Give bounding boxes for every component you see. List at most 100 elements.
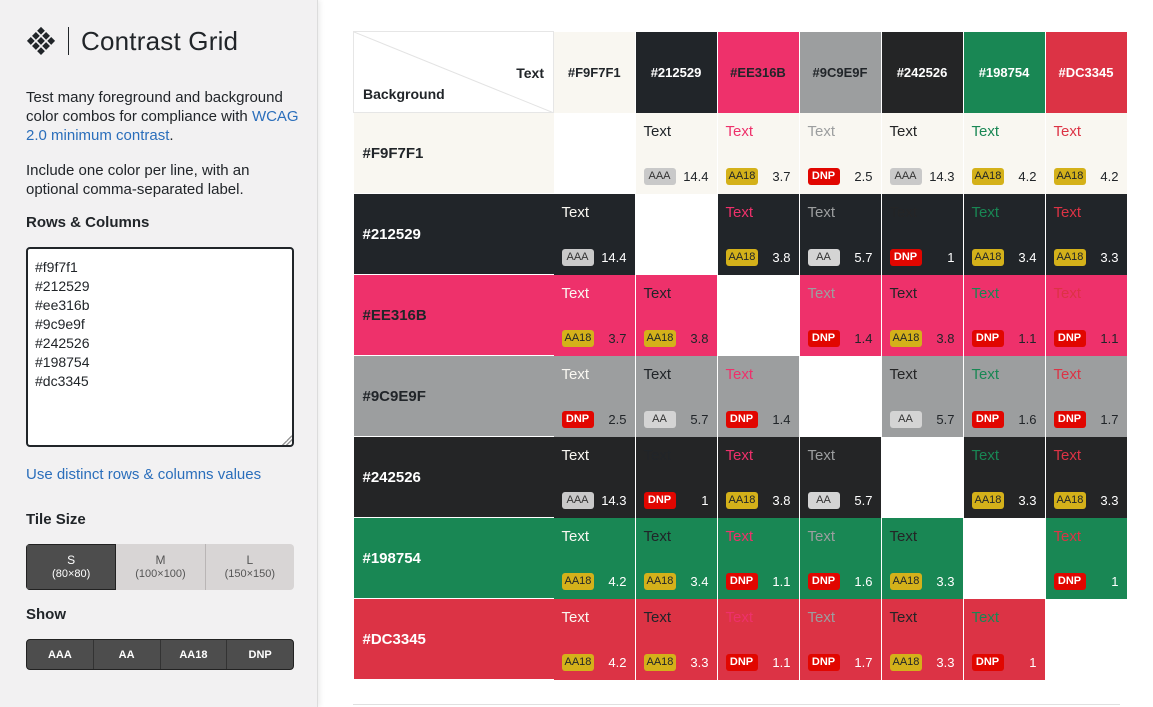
sample-text: Text <box>725 527 754 545</box>
contrast-cell[interactable]: Text AA 5.7 <box>799 436 881 518</box>
contrast-cell[interactable]: Text AA18 3.3 <box>1045 436 1127 518</box>
rating-badge: DNP <box>807 167 840 185</box>
contrast-cell[interactable]: Text AA18 3.8 <box>717 436 799 518</box>
contrast-cell[interactable]: Text AA18 3.7 <box>717 112 799 194</box>
rating-badge: AAA <box>643 167 676 185</box>
contrast-ratio: 1.7 <box>854 654 873 670</box>
grid-row: #212529 Text AAA 14.4 Text AA18 3.8 Text AA 5.7 Te… <box>353 193 1127 275</box>
row-header: #F9F7F1 <box>353 112 554 194</box>
show-aa-toggle[interactable]: AA <box>94 640 161 669</box>
show-dnp-toggle[interactable]: DNP <box>227 640 293 669</box>
show-aaa-toggle[interactable]: AAA <box>27 640 94 669</box>
contrast-cell[interactable]: Text AA18 3.8 <box>717 193 799 275</box>
contrast-cell[interactable]: Text DNP 1 <box>963 598 1045 680</box>
contrast-cell[interactable]: Text AA 5.7 <box>635 355 717 437</box>
cell-content: Text AA18 4.2 <box>554 599 635 680</box>
column-header: #F9F7F1 <box>553 31 636 113</box>
contrast-cell[interactable]: Text DNP 1 <box>1045 517 1127 599</box>
contrast-cell[interactable]: Text AA18 4.2 <box>963 112 1045 194</box>
contrast-cell[interactable]: Text AA18 3.8 <box>881 274 963 356</box>
contrast-cell <box>553 112 635 194</box>
rating-badge: AA18 <box>725 491 759 509</box>
contrast-cell[interactable]: Text AA18 4.2 <box>553 598 635 680</box>
rating-badge: DNP <box>561 410 594 428</box>
rating-badge: AA18 <box>643 572 677 590</box>
cell-content: Text AA18 4.2 <box>1046 113 1127 194</box>
grid-row: #9C9E9F Text DNP 2.5 Text AA 5.7 Text DNP 1.4 Text… <box>353 355 1127 437</box>
tile-size-l-button[interactable]: L (150×150) <box>205 544 294 590</box>
contrast-cell[interactable]: Text DNP 1.1 <box>963 274 1045 356</box>
contrast-cell[interactable]: Text AA18 3.7 <box>553 274 635 356</box>
contrast-cell[interactable]: Text AA18 3.3 <box>1045 193 1127 275</box>
contrast-cell[interactable]: Text AA 5.7 <box>799 193 881 275</box>
sample-text: Text <box>807 203 836 221</box>
contrast-cell <box>1045 598 1127 680</box>
sample-text: Text <box>643 284 672 302</box>
sample-text: Text <box>725 203 754 221</box>
contrast-cell[interactable]: Text AA18 3.8 <box>635 274 717 356</box>
textarea-resize-handle[interactable] <box>282 435 292 445</box>
contrast-cell[interactable]: Text DNP 2.5 <box>553 355 635 437</box>
contrast-cell[interactable]: Text DNP 1.1 <box>717 517 799 599</box>
contrast-cell[interactable]: Text DNP 1 <box>635 436 717 518</box>
rating-badge: AA18 <box>1053 167 1087 185</box>
tile-size-m-dims: (100×100) <box>135 568 186 580</box>
contrast-cell[interactable]: Text AA18 3.3 <box>881 517 963 599</box>
contrast-cell[interactable]: Text DNP 1.7 <box>799 598 881 680</box>
contrast-cell[interactable]: Text AA18 3.4 <box>635 517 717 599</box>
cell-content: Text AA18 3.3 <box>1046 437 1127 518</box>
contrast-cell[interactable]: Text DNP 1.4 <box>717 355 799 437</box>
rows-columns-input[interactable]: #f9f7f1 #212529 #ee316b #9c9e9f #242526 … <box>26 247 294 447</box>
contrast-ratio: 3.7 <box>772 168 791 184</box>
contrast-cell[interactable]: Text DNP 1.7 <box>1045 355 1127 437</box>
cell-content: Text AA18 3.8 <box>718 194 799 275</box>
contrast-cell <box>717 274 799 356</box>
grid-body: #F9F7F1 Text AAA 14.4 Text AA18 3.7 Text DNP 2.5 T… <box>353 112 1127 680</box>
contrast-cell[interactable]: Text DNP 1.6 <box>963 355 1045 437</box>
contrast-cell[interactable]: Text DNP 1.1 <box>1045 274 1127 356</box>
tile-size-m-button[interactable]: M (100×100) <box>116 544 206 590</box>
rating-badge: AA <box>643 410 676 428</box>
contrast-cell[interactable]: Text DNP 2.5 <box>799 112 881 194</box>
contrast-ratio: 14.3 <box>601 492 627 508</box>
contrast-cell[interactable]: Text AAA 14.4 <box>635 112 717 194</box>
contrast-cell[interactable]: Text AAA 14.4 <box>553 193 635 275</box>
contrast-cell[interactable]: Text DNP 1.6 <box>799 517 881 599</box>
grid-row: #F9F7F1 Text AAA 14.4 Text AA18 3.7 Text DNP 2.5 T… <box>353 112 1127 194</box>
logo-row: Contrast Grid <box>26 24 238 58</box>
contrast-cell[interactable]: Text DNP 1.1 <box>717 598 799 680</box>
distinct-values-link[interactable]: Use distinct rows & columns values <box>26 466 261 483</box>
cell-content: Text AAA 14.4 <box>554 194 635 275</box>
rating-badge: DNP <box>725 653 758 671</box>
sample-text: Text <box>971 203 1000 221</box>
cell-content: Text DNP 1.6 <box>964 356 1045 437</box>
cell-content: Text AA18 3.7 <box>718 113 799 194</box>
cell-content: Text DNP 1.4 <box>718 356 799 437</box>
contrast-cell[interactable]: Text AA18 4.2 <box>1045 112 1127 194</box>
rating-badge: AA18 <box>561 329 595 347</box>
rating-badge: AAA <box>889 167 922 185</box>
contrast-cell[interactable]: Text AA18 4.2 <box>553 517 635 599</box>
show-aa18-toggle[interactable]: AA18 <box>161 640 228 669</box>
contrast-cell[interactable]: Text AAA 14.3 <box>881 112 963 194</box>
cell-content: Text AA18 3.3 <box>882 599 963 680</box>
cell-content: Text AAA 14.4 <box>636 113 717 194</box>
tile-size-s-button[interactable]: S (80×80) <box>26 544 117 590</box>
contrast-cell[interactable]: Text DNP 1 <box>881 193 963 275</box>
contrast-cell[interactable]: Text DNP 1.4 <box>799 274 881 356</box>
contrast-cell[interactable]: Text AA18 3.3 <box>963 436 1045 518</box>
contrast-ratio: 3.3 <box>690 654 709 670</box>
contrast-ratio: 2.5 <box>608 411 627 427</box>
contrast-cell[interactable]: Text AA 5.7 <box>881 355 963 437</box>
sample-text: Text <box>807 284 836 302</box>
sample-text: Text <box>643 527 672 545</box>
sample-text: Text <box>561 608 590 626</box>
grid-row: #242526 Text AAA 14.3 Text DNP 1 Text AA18 3.8 Tex… <box>353 436 1127 518</box>
sample-text: Text <box>1053 527 1082 545</box>
contrast-cell[interactable]: Text AA18 3.3 <box>635 598 717 680</box>
rating-badge: DNP <box>889 248 922 266</box>
contrast-ratio: 3.8 <box>936 330 955 346</box>
contrast-cell[interactable]: Text AAA 14.3 <box>553 436 635 518</box>
contrast-cell[interactable]: Text AA18 3.3 <box>881 598 963 680</box>
contrast-cell[interactable]: Text AA18 3.4 <box>963 193 1045 275</box>
